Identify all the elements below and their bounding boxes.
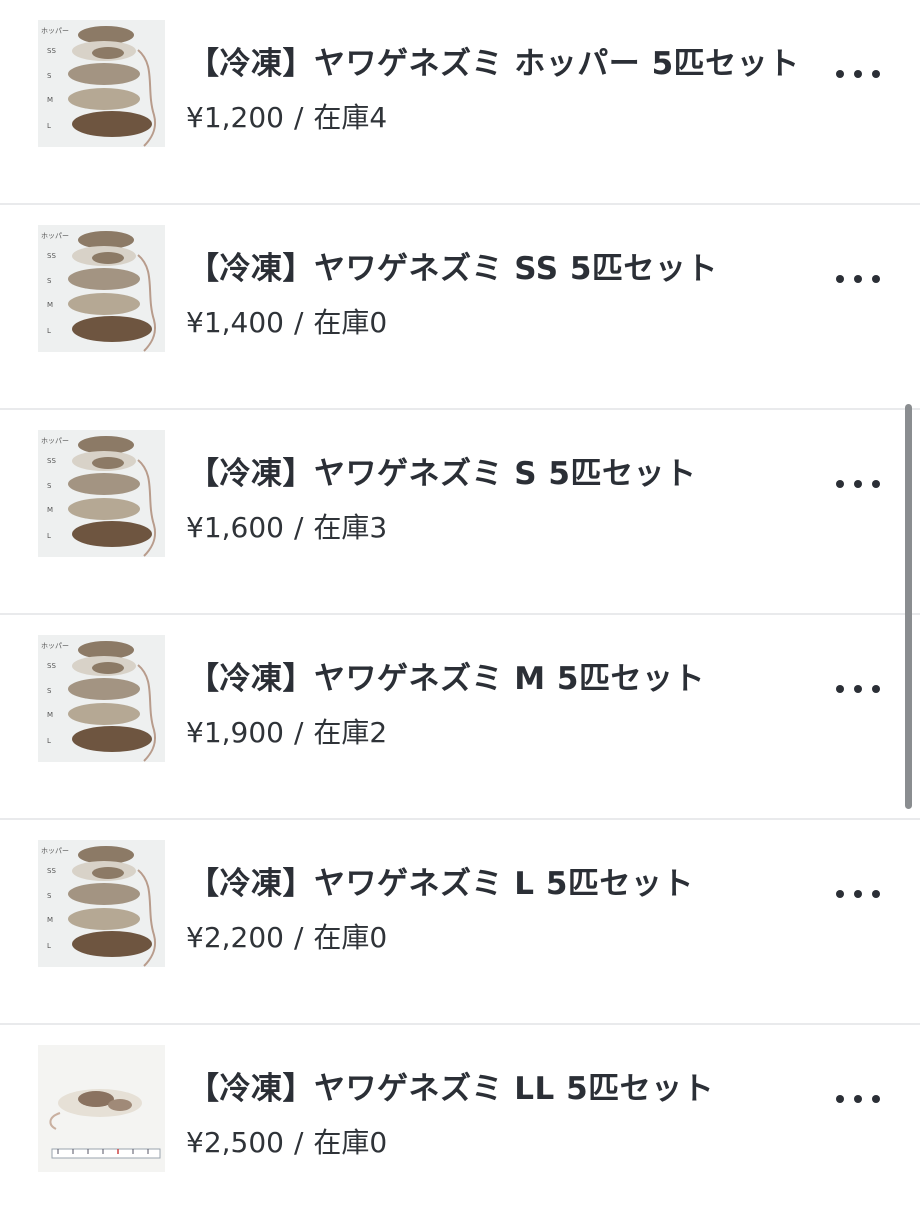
thumb-label: SS	[47, 457, 56, 465]
thumb-label: ホッパー	[41, 847, 69, 855]
product-title[interactable]: 【冷凍】ヤワゲネズミ L 5匹セット	[188, 858, 694, 903]
more-options-button[interactable]	[836, 52, 880, 96]
thumb-label: ホッパー	[41, 642, 69, 650]
price-stock-separator: /	[293, 716, 304, 749]
more-options-button[interactable]	[836, 257, 880, 301]
product-title[interactable]: 【冷凍】ヤワゲネズミ M 5匹セット	[188, 653, 705, 698]
thumb-label: S	[47, 892, 52, 900]
thumb-label: L	[47, 942, 51, 950]
product-row[interactable]: ホッパー SS S M L 【冷凍】ヤワゲネズミ S 5匹セット ¥1,600 /…	[0, 410, 920, 615]
more-options-button[interactable]	[836, 667, 880, 711]
more-options-button[interactable]	[836, 462, 880, 506]
product-thumbnail[interactable]: ホッパー SS S M L	[38, 635, 165, 762]
product-price: ¥1,900	[186, 716, 284, 749]
thumb-label: L	[47, 532, 51, 540]
price-stock-separator: /	[293, 921, 304, 954]
thumb-label: S	[47, 72, 52, 80]
product-row[interactable]: ホッパー SS S M L 【冷凍】ヤワゲネズミ L 5匹セット ¥2,200 /…	[0, 820, 920, 1025]
product-title[interactable]: 【冷凍】ヤワゲネズミ ホッパー 5匹セット	[188, 38, 800, 83]
thumb-label: SS	[47, 47, 56, 55]
price-stock-separator: /	[293, 511, 304, 544]
more-horizontal-icon	[836, 70, 844, 78]
product-title[interactable]: 【冷凍】ヤワゲネズミ S 5匹セット	[188, 448, 696, 493]
product-thumbnail[interactable]: ホッパー SS S M L	[38, 430, 165, 557]
product-stock: 在庫2	[313, 716, 388, 749]
product-row[interactable]: ホッパー SS S M L 【冷凍】ヤワゲネズミ M 5匹セット ¥1,900 /…	[0, 615, 920, 820]
thumb-label: SS	[47, 252, 56, 260]
product-price: ¥2,200	[186, 921, 284, 954]
thumb-label: L	[47, 327, 51, 335]
product-thumbnail[interactable]	[38, 1045, 165, 1172]
product-thumbnail[interactable]: ホッパー SS S M L	[38, 20, 165, 147]
price-stock-separator: /	[293, 101, 304, 134]
mice-lineup-image: ホッパー SS S M L	[38, 635, 165, 762]
mice-lineup-image: ホッパー SS S M L	[38, 430, 165, 557]
thumb-label: M	[47, 916, 53, 924]
more-options-button[interactable]	[836, 872, 880, 916]
thumb-label: L	[47, 737, 51, 745]
product-row[interactable]: 【冷凍】ヤワゲネズミ LL 5匹セット ¥2,500 / 在庫0	[0, 1025, 920, 1230]
product-price: ¥1,200	[186, 101, 284, 134]
mice-lineup-image: ホッパー SS S M L	[38, 225, 165, 352]
product-meta: ¥2,200 / 在庫0	[186, 916, 387, 956]
product-meta: ¥1,400 / 在庫0	[186, 301, 387, 341]
thumb-label: ホッパー	[41, 27, 69, 35]
product-title[interactable]: 【冷凍】ヤワゲネズミ LL 5匹セット	[188, 1063, 714, 1108]
thumb-label: M	[47, 96, 53, 104]
price-stock-separator: /	[293, 1126, 304, 1159]
vertical-scrollbar[interactable]	[905, 404, 912, 809]
mice-lineup-image: ホッパー SS S M L	[38, 840, 165, 967]
product-meta: ¥1,900 / 在庫2	[186, 711, 387, 751]
product-row[interactable]: ホッパー SS S M L 【冷凍】ヤワゲネズミ ホッパー 5匹セット ¥1,2…	[0, 0, 920, 205]
thumb-label: S	[47, 277, 52, 285]
thumb-label: ホッパー	[41, 232, 69, 240]
product-meta: ¥1,200 / 在庫4	[186, 96, 387, 136]
product-row[interactable]: ホッパー SS S M L 【冷凍】ヤワゲネズミ SS 5匹セット ¥1,400…	[0, 205, 920, 410]
thumb-label: S	[47, 482, 52, 490]
thumb-label: M	[47, 506, 53, 514]
product-price: ¥2,500	[186, 1126, 284, 1159]
product-thumbnail[interactable]: ホッパー SS S M L	[38, 225, 165, 352]
product-list: ホッパー SS S M L 【冷凍】ヤワゲネズミ ホッパー 5匹セット ¥1,2…	[0, 0, 920, 1200]
product-price: ¥1,600	[186, 511, 284, 544]
product-title[interactable]: 【冷凍】ヤワゲネズミ SS 5匹セット	[188, 243, 718, 288]
thumb-label: M	[47, 711, 53, 719]
thumb-label: S	[47, 687, 52, 695]
more-horizontal-icon	[836, 480, 844, 488]
thumb-label: L	[47, 122, 51, 130]
product-stock: 在庫0	[313, 306, 388, 339]
product-stock: 在庫4	[313, 101, 388, 134]
more-horizontal-icon	[836, 685, 844, 693]
mouse-with-ruler-image	[38, 1045, 165, 1172]
thumb-label: SS	[47, 867, 56, 875]
thumb-label: ホッパー	[41, 437, 69, 445]
product-meta: ¥2,500 / 在庫0	[186, 1121, 387, 1161]
more-horizontal-icon	[836, 890, 844, 898]
product-thumbnail[interactable]: ホッパー SS S M L	[38, 840, 165, 967]
mice-lineup-image: ホッパー SS S M L	[38, 20, 165, 147]
more-horizontal-icon	[836, 275, 844, 283]
product-stock: 在庫3	[313, 511, 388, 544]
more-horizontal-icon	[836, 1095, 844, 1103]
thumb-label: M	[47, 301, 53, 309]
product-stock: 在庫0	[313, 921, 388, 954]
thumb-label: SS	[47, 662, 56, 670]
price-stock-separator: /	[293, 306, 304, 339]
product-meta: ¥1,600 / 在庫3	[186, 506, 387, 546]
product-price: ¥1,400	[186, 306, 284, 339]
product-stock: 在庫0	[313, 1126, 388, 1159]
more-options-button[interactable]	[836, 1077, 880, 1121]
